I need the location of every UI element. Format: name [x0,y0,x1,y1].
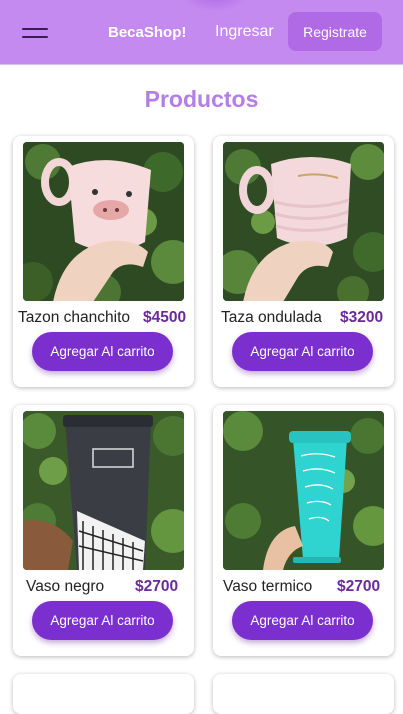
product-price: $2700 [337,578,381,595]
product-name: Vaso negro [26,578,105,595]
page-title: Productos [144,86,259,112]
brand-logo[interactable]: BecaShop! [108,24,186,41]
product-price: $2700 [135,578,179,595]
add-to-cart-button[interactable]: Agregar Al carrito [32,601,173,640]
product-name: Vaso termico [223,578,313,595]
product-price: $3200 [340,309,384,326]
product-image[interactable] [223,411,384,570]
navbar: BecaShop! Ingresar Registrate [0,0,403,65]
add-to-cart-button[interactable]: Agregar Al carrito [232,332,373,371]
product-name: Tazon chanchito [18,309,131,326]
product-card: Tazon chanchito $4500 Agregar Al carrito [13,136,194,387]
product-image[interactable] [23,142,184,301]
product-image[interactable] [23,411,184,570]
add-to-cart-button[interactable]: Agregar Al carrito [32,332,173,371]
add-to-cart-button[interactable]: Agregar Al carrito [232,601,373,640]
product-card: Vaso termico $2700 Agregar Al carrito [213,405,394,656]
product-card-partial [213,674,394,714]
product-card: Vaso negro $2700 Agregar Al carrito [13,405,194,656]
product-card: Taza ondulada $3200 Agregar Al carrito [213,136,394,387]
navbar-glow [180,0,250,12]
product-image[interactable] [223,142,384,301]
register-button[interactable]: Registrate [288,12,382,51]
hamburger-menu-icon[interactable] [22,26,48,40]
login-link[interactable]: Ingresar [215,23,274,41]
product-card-partial [13,674,194,714]
product-name: Taza ondulada [221,309,322,326]
product-price: $4500 [143,309,187,326]
